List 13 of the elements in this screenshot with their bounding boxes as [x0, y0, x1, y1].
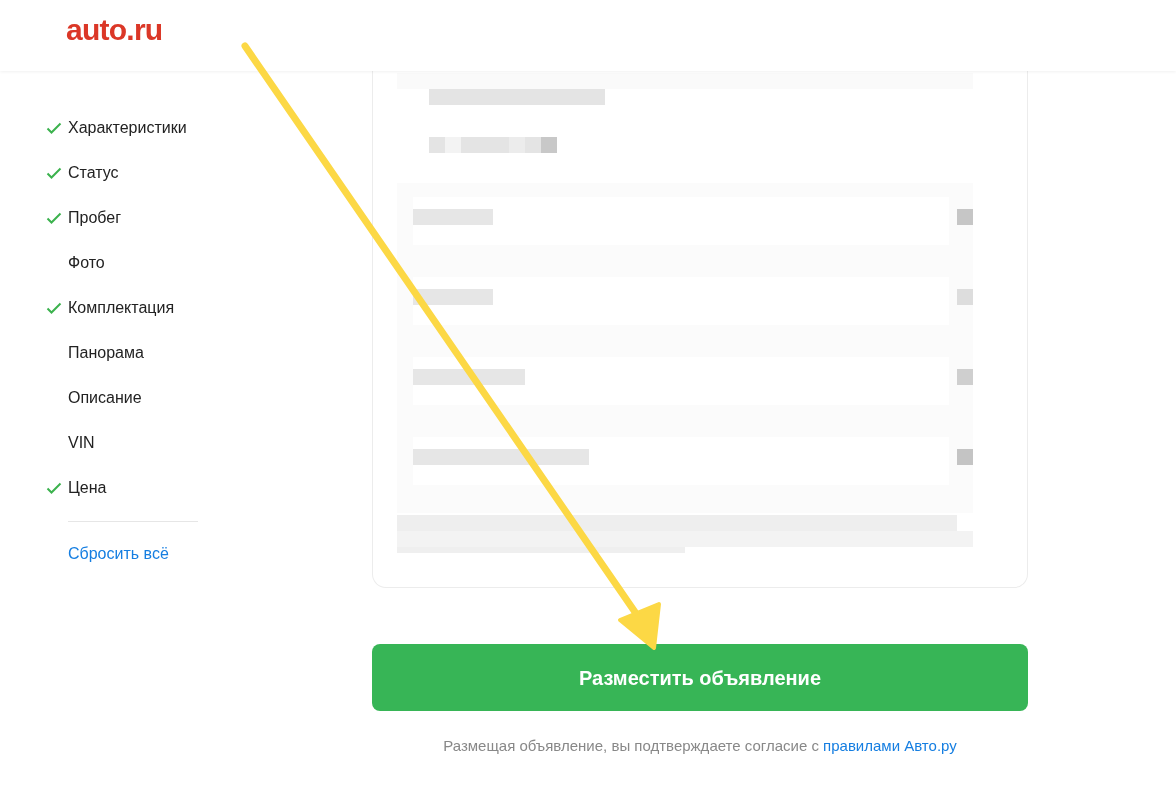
- consent-text: Размещая объявление, вы подтверждаете согласие с правилами Авто.ру: [442, 736, 958, 756]
- reset-link[interactable]: Сбросить всё: [68, 542, 169, 566]
- sidebar-item[interactable]: Комплектация: [68, 295, 175, 320]
- sidebar-item[interactable]: VIN: [68, 430, 95, 455]
- sidebar-item[interactable]: Панорама: [68, 340, 144, 365]
- sidebar-item[interactable]: Фото: [68, 250, 105, 275]
- sidebar-item[interactable]: Пробег: [68, 205, 121, 230]
- rules-link[interactable]: правилами Авто.ру: [823, 737, 957, 754]
- sidebar-item[interactable]: Цена: [68, 475, 107, 500]
- sidebar-item[interactable]: Характеристики: [68, 115, 187, 140]
- sidebar-item[interactable]: Статус: [68, 160, 119, 185]
- sidebar-item[interactable]: Описание: [68, 385, 142, 410]
- logo[interactable]: auto.ru: [66, 14, 163, 45]
